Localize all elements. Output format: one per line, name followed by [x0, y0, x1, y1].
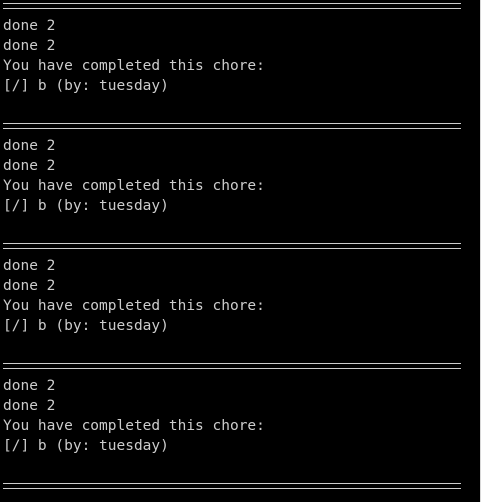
output-line: You have completed this chore:: [3, 418, 265, 434]
output-line: done 2: [3, 378, 56, 394]
output-line: done 2: [3, 138, 56, 154]
output-line: You have completed this chore:: [3, 178, 265, 194]
separator-line: [3, 363, 461, 369]
output-line: done 2: [3, 158, 56, 174]
output-line: [/] b (by: tuesday): [3, 198, 169, 214]
output-line: [/] b (by: tuesday): [3, 318, 169, 334]
output-line: You have completed this chore:: [3, 58, 265, 74]
output-line: done 2: [3, 18, 56, 34]
separator-line: [3, 123, 461, 129]
separator-line: [3, 243, 461, 249]
output-line: done 2: [3, 38, 56, 54]
output-line: done 2: [3, 398, 56, 414]
vertical-scrollbar[interactable]: [480, 0, 494, 502]
output-line: You have completed this chore:: [3, 298, 265, 314]
output-line: done 2: [3, 258, 56, 274]
output-line: [/] b (by: tuesday): [3, 78, 169, 94]
output-line: [/] b (by: tuesday): [3, 438, 169, 454]
terminal-output[interactable]: done 2 done 2 You have completed this ch…: [0, 0, 480, 502]
separator-line: [3, 3, 461, 9]
separator-line: [3, 483, 461, 489]
output-line: done 2: [3, 278, 56, 294]
